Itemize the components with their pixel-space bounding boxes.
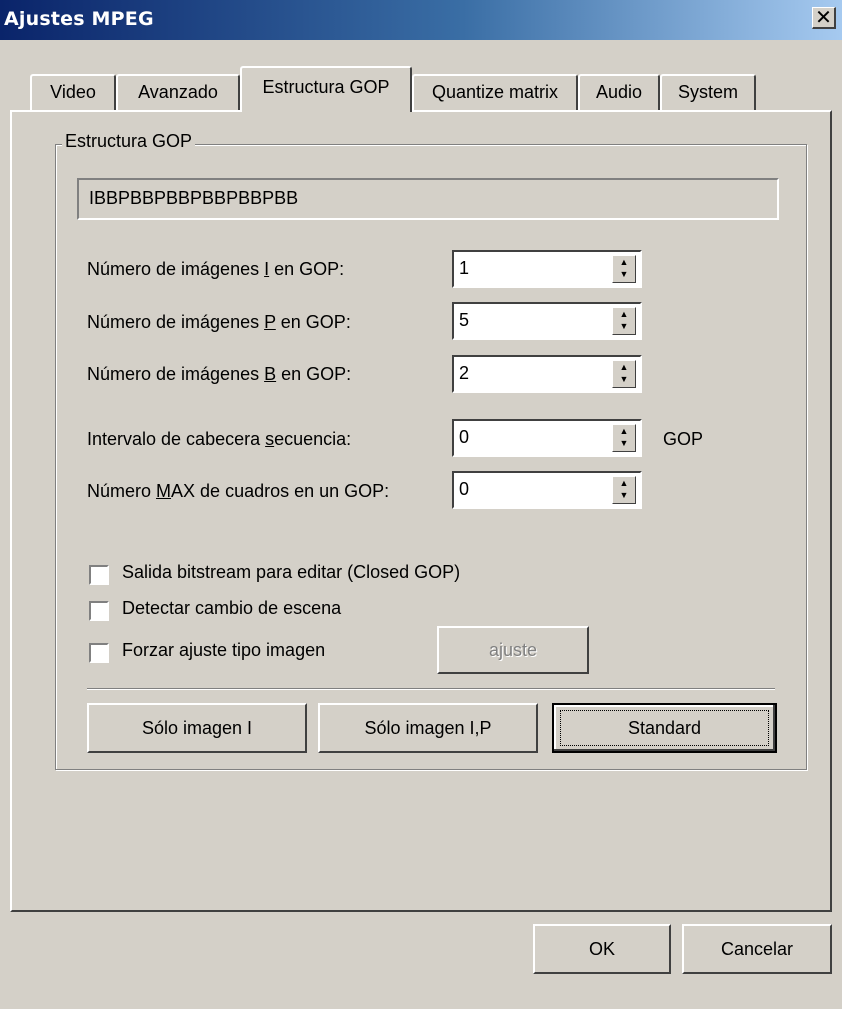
spin-arrows-icon[interactable]: ▲ ▼ xyxy=(612,255,636,283)
group-label: Estructura GOP xyxy=(62,131,196,152)
spin-arrows-icon[interactable]: ▲ ▼ xyxy=(612,360,636,388)
close-icon: ✕ xyxy=(815,5,832,29)
separator xyxy=(87,688,775,690)
i-frames-spinner[interactable]: 1 ▲ ▼ xyxy=(452,250,642,288)
spin-arrows-icon[interactable]: ▲ ▼ xyxy=(612,476,636,504)
max-frames-spinner[interactable]: 0 ▲ ▼ xyxy=(452,471,642,509)
spin-arrows-icon[interactable]: ▲ ▼ xyxy=(612,424,636,452)
tab-label: Quantize matrix xyxy=(431,82,559,102)
tab-label: Video xyxy=(50,82,96,102)
i-frames-value: 1 xyxy=(459,258,470,278)
seq-header-unit: GOP xyxy=(663,429,704,449)
tab-label: Estructura GOP xyxy=(262,77,390,97)
seq-header-label: Intervalo de cabecera secuencia: xyxy=(87,429,352,449)
solo-imagen-i-button[interactable]: Sólo imagen I xyxy=(87,703,307,753)
ok-button[interactable]: OK xyxy=(533,924,671,974)
cancel-button[interactable]: Cancelar xyxy=(682,924,832,974)
b-frames-label: Número de imágenes B en GOP: xyxy=(87,364,352,384)
scene-change-label[interactable]: Detectar cambio de escena xyxy=(122,598,341,619)
group-box xyxy=(55,144,807,770)
tab-system[interactable]: System xyxy=(660,74,756,110)
tab-estructura-gop[interactable]: Estructura GOP xyxy=(240,66,412,112)
b-frames-spinner[interactable]: 2 ▲ ▼ xyxy=(452,355,642,393)
b-frames-value: 2 xyxy=(459,363,470,383)
spin-arrows-icon[interactable]: ▲ ▼ xyxy=(612,307,636,335)
max-frames-label: Número MAX de cuadros en un GOP: xyxy=(87,481,390,501)
focus-ring xyxy=(560,710,769,746)
closed-gop-checkbox[interactable] xyxy=(89,565,109,585)
seq-header-spinner[interactable]: 0 ▲ ▼ xyxy=(452,419,642,457)
p-frames-label: Número de imágenes P en GOP: xyxy=(87,312,351,332)
ajuste-button[interactable]: ajuste xyxy=(437,626,589,674)
tab-label: System xyxy=(677,82,738,102)
standard-button[interactable]: Standard xyxy=(552,703,777,753)
closed-gop-label[interactable]: Salida bitstream para editar (Closed GOP… xyxy=(122,562,460,583)
solo-imagen-ip-button[interactable]: Sólo imagen I,P xyxy=(318,703,538,753)
tab-video[interactable]: Video xyxy=(30,74,116,110)
force-type-checkbox[interactable] xyxy=(89,643,109,663)
tab-avanzado[interactable]: Avanzado xyxy=(116,74,240,110)
tab-label: Avanzado xyxy=(138,82,218,102)
max-frames-value: 0 xyxy=(459,479,470,499)
scene-change-checkbox[interactable] xyxy=(89,601,109,621)
p-frames-spinner[interactable]: 5 ▲ ▼ xyxy=(452,302,642,340)
tab-label: Audio xyxy=(595,82,643,102)
close-button[interactable]: ✕ xyxy=(812,7,836,29)
i-frames-label: Número de imágenes I en GOP: xyxy=(87,259,345,279)
tab-quantize-matrix[interactable]: Quantize matrix xyxy=(412,74,578,110)
seq-header-value: 0 xyxy=(459,427,470,447)
p-frames-value: 5 xyxy=(459,310,470,330)
window-title: Ajustes MPEG xyxy=(4,8,154,30)
tab-audio[interactable]: Audio xyxy=(578,74,660,110)
force-type-label[interactable]: Forzar ajuste tipo imagen xyxy=(122,640,325,661)
gop-pattern-display: IBBPBBPBBPBBPBBPBB xyxy=(77,178,779,220)
